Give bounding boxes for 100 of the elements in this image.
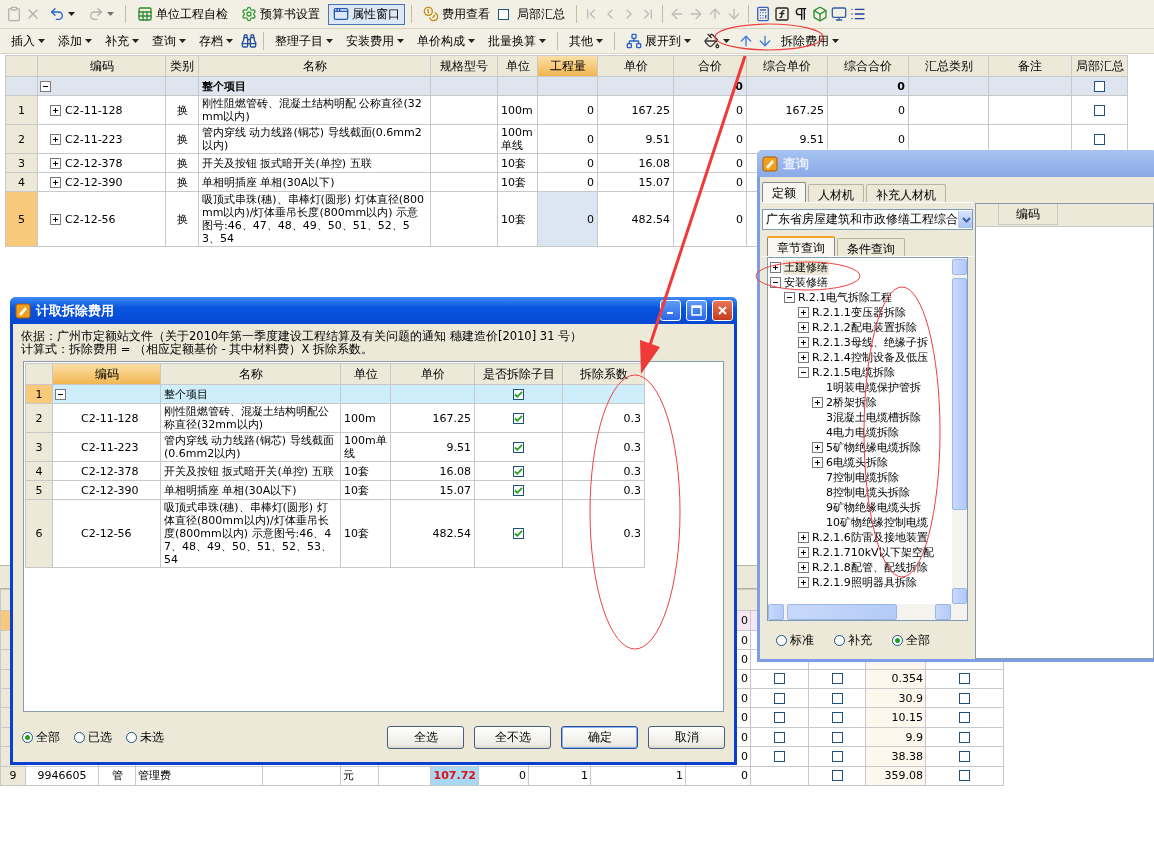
menu-button[interactable]: 批量换算 (483, 30, 551, 52)
tree-item[interactable]: R.2.1.9照明器具拆除 (811, 575, 918, 590)
expand-icon[interactable] (812, 442, 823, 453)
tree-item[interactable]: R.2.1.2配电装置拆除 (811, 320, 918, 335)
collapse-icon[interactable] (798, 367, 809, 378)
row-number[interactable]: 4 (6, 173, 38, 192)
column-header[interactable]: 综合单价 (747, 56, 828, 77)
checkbox[interactable] (959, 750, 970, 762)
row-number[interactable]: 2 (6, 125, 38, 154)
tab[interactable]: 章节查询 (767, 236, 835, 256)
column-header[interactable]: 编码 (38, 56, 166, 77)
checkbox-label[interactable]: 局部汇总 (512, 3, 570, 25)
calculator-icon[interactable] (755, 6, 771, 22)
expand-icon[interactable] (770, 262, 781, 273)
expand-icon[interactable] (50, 176, 61, 188)
tree-item[interactable]: R.2.1.3母线、绝缘子拆 (811, 335, 929, 350)
paragraph-icon[interactable] (793, 6, 809, 22)
down-arrow-icon[interactable] (757, 33, 773, 49)
expand-icon[interactable] (798, 337, 809, 348)
list-icon[interactable] (850, 6, 866, 22)
dialog-button[interactable]: 全选 (387, 725, 464, 749)
tree-item[interactable]: R.2.1.710kV以下架空配 (811, 545, 935, 560)
row-number[interactable]: 5 (6, 192, 38, 247)
library-select[interactable]: 广东省房屋建筑和市政修缮工程综合 (762, 209, 973, 230)
checkbox[interactable] (513, 465, 524, 477)
expand-icon[interactable] (812, 457, 823, 468)
menu-button[interactable]: 单价构成 (412, 30, 480, 52)
close-button[interactable] (712, 300, 733, 321)
expand-icon[interactable] (798, 307, 809, 318)
checkbox[interactable] (774, 731, 785, 743)
column-header[interactable]: 类别 (166, 56, 199, 77)
collapse-icon[interactable] (55, 388, 66, 400)
tab[interactable]: 定额 (762, 182, 806, 202)
menu-button[interactable]: 安装费用 (341, 30, 409, 52)
expand-icon[interactable] (798, 562, 809, 573)
expand-icon[interactable] (50, 104, 61, 116)
toolbar-button[interactable]: 费用查看 (418, 3, 495, 25)
tab[interactable]: 人材机 (808, 184, 864, 202)
radio-option[interactable]: 补充 (834, 631, 872, 649)
dialog-button[interactable]: 全不选 (474, 725, 551, 749)
collapse-icon[interactable] (770, 277, 781, 288)
menu-button[interactable]: 添加 (53, 30, 97, 52)
column-header[interactable]: 是否拆除子目 (475, 364, 563, 385)
checkbox[interactable] (774, 712, 785, 724)
tree-item[interactable]: R.2.1.6防雷及接地装置 (811, 530, 929, 545)
checkbox[interactable] (831, 750, 843, 762)
column-header[interactable]: 综合合价 (828, 56, 909, 77)
checkbox[interactable] (831, 692, 843, 704)
menu-button[interactable]: 其他 (564, 30, 608, 52)
tree-item[interactable]: 安装修缮 (783, 275, 829, 290)
function-icon[interactable] (774, 6, 790, 22)
expand-icon[interactable] (798, 577, 809, 588)
maximize-button[interactable] (686, 300, 707, 321)
tree-item[interactable]: 10矿物绝缘控制电缆 (825, 515, 929, 530)
expand-icon[interactable] (798, 532, 809, 543)
checkbox[interactable] (513, 528, 524, 539)
radio-option[interactable]: 已选 (74, 728, 112, 746)
column-header[interactable]: 单价 (598, 56, 674, 77)
radio-option[interactable]: 未选 (126, 728, 164, 746)
checkbox[interactable] (959, 692, 970, 704)
radio-option[interactable]: 标准 (776, 631, 814, 649)
tree-item[interactable]: 5矿物绝缘电缆拆除 (825, 440, 922, 455)
checkbox[interactable] (831, 673, 843, 685)
tree-item[interactable]: 9矿物绝缘电缆头拆 (825, 500, 922, 515)
monitor-icon[interactable] (831, 6, 847, 22)
row-number[interactable]: 5 (26, 481, 53, 500)
checkbox[interactable] (1094, 133, 1105, 145)
checkbox[interactable] (959, 731, 970, 743)
dialog-button[interactable]: 确定 (561, 725, 638, 749)
column-header[interactable]: 名称 (199, 56, 431, 77)
checkbox[interactable] (959, 770, 970, 782)
row-number[interactable]: 1 (26, 385, 53, 404)
expand-icon[interactable] (798, 322, 809, 333)
column-header[interactable]: 单位 (341, 364, 391, 385)
radio-option[interactable]: 全部 (892, 631, 930, 649)
column-header[interactable]: 工程量 (538, 56, 598, 77)
expand-icon[interactable] (50, 213, 61, 225)
tree-item[interactable]: R.2.1电气拆除工程 (797, 290, 894, 305)
tree-item[interactable]: 7控制电缆拆除 (825, 470, 900, 485)
expand-icon[interactable] (798, 547, 809, 558)
menu-button[interactable]: 拆除费用 (776, 30, 844, 52)
column-header[interactable]: 编码 (998, 204, 1058, 225)
row-number[interactable]: 2 (26, 404, 53, 433)
menu-button[interactable]: 整理子目 (270, 30, 338, 52)
checkbox[interactable] (513, 441, 524, 453)
checkbox[interactable] (831, 712, 843, 724)
collapse-icon[interactable] (784, 292, 795, 303)
column-header[interactable]: 单价 (391, 364, 475, 385)
checkbox[interactable] (774, 692, 785, 704)
expand-icon[interactable] (50, 133, 61, 145)
tab[interactable]: 条件查询 (837, 238, 905, 256)
tree-item[interactable]: 6电缆头拆除 (825, 455, 889, 470)
row-number[interactable]: 1 (6, 96, 38, 125)
checkbox[interactable] (959, 673, 970, 685)
tree-item[interactable]: R.2.1.8配管、配线拆除 (811, 560, 929, 575)
column-header[interactable]: 拆除系数 (563, 364, 645, 385)
column-header[interactable]: 编码 (53, 364, 161, 385)
horizontal-scrollbar[interactable] (768, 604, 967, 620)
column-header[interactable]: 合价 (674, 56, 747, 77)
row-number[interactable]: 4 (26, 462, 53, 481)
